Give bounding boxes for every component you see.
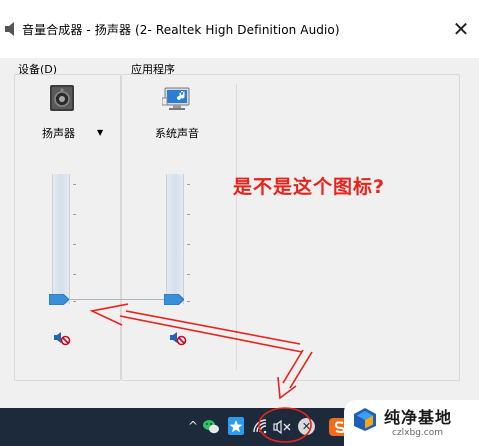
watermark-logo-icon <box>354 408 376 431</box>
annotation-text: 是不是这个图标? <box>233 176 386 198</box>
wifi-icon[interactable] <box>252 418 270 436</box>
app-volume-track[interactable] <box>166 174 184 304</box>
app-volume-ticks <box>187 174 190 304</box>
device-dropdown-button[interactable]: ▼ <box>97 128 103 137</box>
mixer-body: 设备(D) 应用程序 扬声器 ▼ 系统声音 <box>0 58 479 408</box>
device-volume-thumb[interactable] <box>49 294 69 305</box>
close-circle-icon[interactable]: ✕ <box>298 418 315 435</box>
channel-divider <box>236 84 237 370</box>
window-title: 音量合成器 - 扬声器 (2- Realtek High Definition … <box>22 23 340 37</box>
close-button[interactable]: ✕ <box>446 14 476 44</box>
star-app-icon[interactable] <box>228 417 244 435</box>
slider-link-line <box>70 299 165 300</box>
device-name: 扬声器 <box>42 127 75 140</box>
device-volume-ticks <box>73 174 76 304</box>
speaker-muted-icon <box>170 332 187 346</box>
device-mute-button[interactable] <box>53 330 71 346</box>
tray-overflow-chevron-icon[interactable]: ^ <box>186 418 200 434</box>
device-volume-track[interactable] <box>52 174 70 304</box>
app-mute-button[interactable] <box>169 330 187 346</box>
watermark: 纯净基地 czlxbg.com <box>344 400 479 446</box>
watermark-url: czlxbg.com <box>392 428 444 438</box>
title-bar: 音量合成器 - 扬声器 (2- Realtek High Definition … <box>0 0 479 58</box>
app-channel-name: 系统声音 <box>155 127 199 140</box>
watermark-title: 纯净基地 <box>384 408 453 427</box>
wechat-icon[interactable] <box>202 418 220 436</box>
speaker-muted-tray-icon[interactable] <box>272 418 292 436</box>
system-sounds-icon <box>162 87 190 110</box>
volume-mixer-icon <box>5 22 14 36</box>
app-volume-thumb[interactable] <box>164 294 184 305</box>
close-icon: ✕ <box>452 17 470 41</box>
speaker-device-icon <box>50 85 74 111</box>
speaker-muted-icon <box>54 332 71 346</box>
